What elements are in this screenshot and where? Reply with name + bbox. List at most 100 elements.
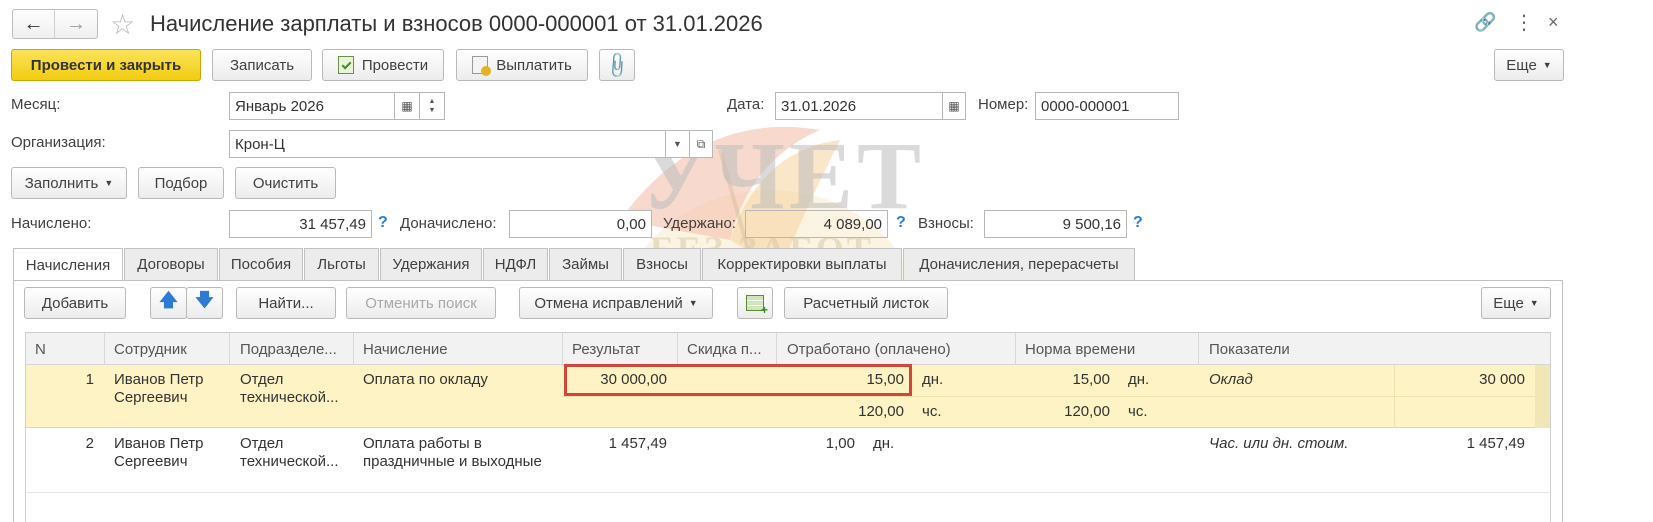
organization-dropdown-button[interactable]: ▼ [665,130,690,158]
dropdown-arrow-icon: ▼ [1542,60,1552,70]
department-line-1: Отдел [240,371,284,388]
close-icon[interactable]: × [1548,12,1559,33]
pay-document-icon [472,56,492,76]
indicator-value: 1 457,49 [1466,435,1525,452]
contributions-field: 9 500,16 [984,210,1127,238]
contributions-label: Взносы: [918,215,974,232]
tab-payment-adjustments[interactable]: Корректировки выплаты [702,248,902,280]
organization-open-button[interactable]: ⧉ [689,130,713,158]
month-stepper[interactable]: ▲ ▼ [419,92,445,120]
calendar-icon: ▦ [401,99,413,113]
column-header-employee[interactable]: Сотрудник [114,333,187,365]
department-line-1: Отдел [240,435,284,452]
number-field[interactable]: 0000-000001 [1035,92,1179,120]
column-header-department[interactable]: Подразделе... [240,333,337,365]
fill-button[interactable]: Заполнить ▼ [11,167,127,199]
worked-hours-unit: чс. [922,403,942,420]
forward-button[interactable]: → [55,10,97,38]
paperclip-icon: 📎 [602,49,633,80]
accrual-name-line-1: Оплата работы в [363,435,482,452]
contributions-help-icon[interactable]: ? [1133,214,1143,232]
department-line-2: технической... [240,389,339,406]
dropdown-arrow-icon: ▼ [1529,298,1539,308]
add-row-button[interactable]: Добавить [24,287,126,319]
dropdown-arrow-icon: ▼ [673,139,682,149]
withheld-label: Удержано: [663,215,736,232]
tab-benefits[interactable]: Пособия [219,248,303,280]
post-button[interactable]: Провести [322,49,444,81]
back-button[interactable]: ← [13,10,56,38]
tab-accruals[interactable]: Начисления [13,248,123,281]
tab-deductions[interactable]: Удержания [380,248,482,280]
select-button[interactable]: Подбор [138,167,224,199]
tab-privileges[interactable]: Льготы [304,248,379,280]
department-line-2: технической... [240,453,339,470]
payslip-button[interactable]: Расчетный листок [784,287,948,319]
employee-line-1: Иванов Петр [114,371,204,388]
menu-dots-icon[interactable]: ⋮ [1514,10,1534,35]
month-label: Месяц: [11,96,61,113]
stepper-up-icon: ▲ [428,98,436,105]
tab-recalculations[interactable]: Доначисления, перерасчеты [903,248,1135,280]
employee-line-2: Сергеевич [114,389,188,406]
number-label: Номер: [978,96,1029,113]
favorite-star-icon[interactable]: ☆ [110,8,135,41]
column-header-result[interactable]: Результат [572,333,640,365]
arrow-up-icon: 🡅 [159,290,178,310]
date-label: Дата: [727,96,765,113]
post-document-icon [337,56,354,74]
indicator-value: 30 000 [1479,371,1525,388]
arrow-down-icon: 🡇 [195,290,214,310]
column-header-n[interactable]: N [35,333,46,365]
tab-ndfl[interactable]: НДФЛ [483,248,548,280]
find-button[interactable]: Найти... [236,287,336,319]
table-settings-button[interactable]: + [737,287,773,319]
arrow-left-icon: ← [23,12,44,35]
nav-buttons: ← → [12,9,98,39]
norm-hours-unit: чс. [1128,403,1148,420]
attach-button[interactable]: 📎 [599,49,635,81]
accrued-help-icon[interactable]: ? [378,214,388,232]
save-button[interactable]: Записать [212,49,312,81]
dropdown-arrow-icon: ▼ [688,298,698,308]
move-up-button[interactable]: 🡅 [150,287,187,319]
table-more-button[interactable]: Еще ▼ [1481,287,1551,319]
accrual-name: Оплата по окладу [363,371,488,388]
month-calendar-button[interactable]: ▦ [394,92,420,120]
employee-line-1: Иванов Петр [114,435,204,452]
accrued-field: 31 457,49 [229,210,372,238]
post-and-close-button[interactable]: Провести и закрыть [11,49,201,81]
date-field[interactable]: 31.01.2026 [775,92,943,120]
date-calendar-button[interactable]: ▦ [942,92,966,120]
tab-loans[interactable]: Займы [549,248,622,280]
highlight-box [564,364,912,396]
column-header-indicators[interactable]: Показатели [1209,333,1290,365]
tab-contributions[interactable]: Взносы [623,248,701,280]
worked-days-unit: дн. [873,435,895,452]
norm-days-value: 15,00 [1072,371,1110,388]
column-header-accrual[interactable]: Начисление [363,333,448,365]
row-number: 1 [85,371,94,388]
column-header-time-norm[interactable]: Норма времени [1025,333,1135,365]
column-header-worked[interactable]: Отработано (оплачено) [787,333,951,365]
arrow-right-icon: → [66,12,86,35]
month-field[interactable]: Январь 2026 [229,92,395,120]
undo-fixes-button[interactable]: Отмена исправлений ▼ [519,287,713,319]
worked-days-unit: дн. [922,371,944,388]
withheld-field: 4 089,00 [745,210,888,238]
accrued-label: Начислено: [11,215,92,232]
tab-contracts[interactable]: Договоры [124,248,218,280]
worked-hours-value: 120,00 [858,403,904,420]
move-down-button[interactable]: 🡇 [186,287,223,319]
withheld-help-icon[interactable]: ? [896,214,906,232]
cancel-search-button[interactable]: Отменить поиск [346,287,496,319]
organization-field[interactable]: Крон-Ц [229,130,666,158]
row-number: 2 [85,435,94,452]
indicator-name: Оклад [1209,371,1253,388]
stepper-down-icon: ▼ [428,107,436,114]
link-icon[interactable]: 🔗 [1474,12,1496,33]
more-button[interactable]: Еще ▼ [1494,49,1564,81]
clear-button[interactable]: Очистить [235,167,336,199]
column-header-discount[interactable]: Скидка п... [687,333,762,365]
pay-button[interactable]: Выплатить [456,49,588,81]
